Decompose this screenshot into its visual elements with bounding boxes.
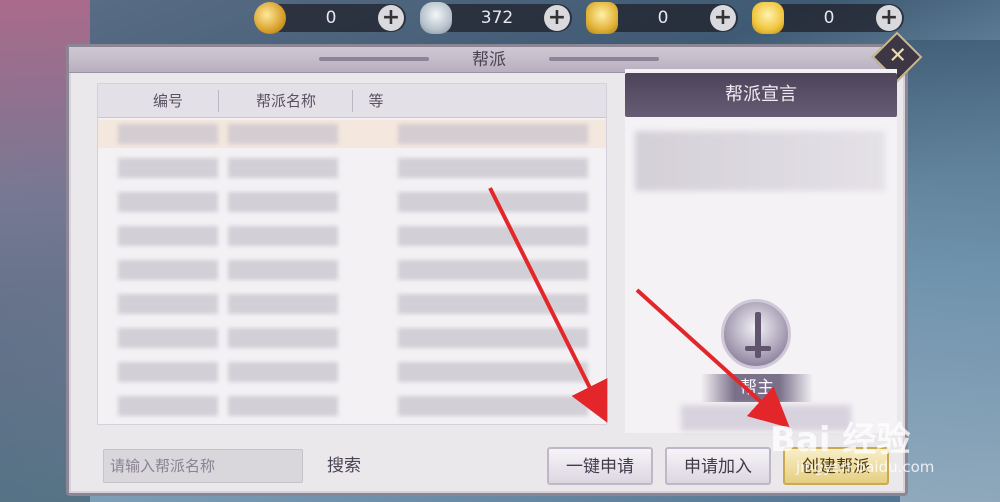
guild-leader-emblem-icon (721, 299, 791, 369)
currency-value: 0 (657, 8, 669, 28)
blurred-cell (118, 328, 218, 348)
blurred-cell (118, 396, 218, 416)
title-ornament (319, 57, 429, 61)
table-row[interactable] (98, 324, 606, 352)
silver-ingot-icon (420, 2, 452, 34)
locked-gold-ingot-icon (586, 2, 618, 34)
add-silver-button[interactable]: + (544, 5, 570, 31)
blurred-cell (398, 328, 588, 348)
blurred-cell (228, 362, 338, 382)
blurred-cell (118, 158, 218, 178)
currency-bar: 0 + 372 + 0 + 0 + (0, 0, 1000, 36)
table-row[interactable] (98, 188, 606, 216)
blurred-cell (398, 124, 588, 144)
blurred-cell (118, 260, 218, 280)
sword-icon (755, 312, 761, 358)
add-locked-gold-button[interactable]: + (710, 5, 736, 31)
table-row[interactable] (98, 120, 606, 148)
search-button[interactable]: 搜索 (319, 449, 369, 483)
guild-declaration-panel: 帮派宣言 帮主 (625, 69, 897, 433)
blurred-cell (398, 294, 588, 314)
blurred-cell (398, 362, 588, 382)
page-title: 帮派 (472, 50, 506, 70)
sword-guard (745, 346, 771, 351)
blurred-cell (228, 294, 338, 314)
gold-coin-icon (254, 2, 286, 34)
blurred-cell (398, 260, 588, 280)
blurred-cell (228, 260, 338, 280)
column-header-level: 等 (368, 92, 384, 110)
guild-list[interactable]: 编号 帮派名称 等 (97, 83, 607, 425)
background-right (900, 40, 1000, 502)
table-row[interactable] (98, 358, 606, 386)
blurred-cell (398, 396, 588, 416)
blurred-cell (118, 192, 218, 212)
blurred-cell (228, 124, 338, 144)
blurred-cell (118, 294, 218, 314)
blurred-cell (228, 158, 338, 178)
blurred-cell (228, 226, 338, 246)
declaration-title: 帮派宣言 (725, 84, 797, 105)
create-guild-button[interactable]: 创建帮派 (783, 447, 889, 485)
add-gold-coin-button[interactable]: + (378, 5, 404, 31)
blurred-cell (398, 192, 588, 212)
leader-label: 帮主 (701, 374, 813, 402)
blurred-cell (118, 124, 218, 144)
blurred-cell (118, 226, 218, 246)
column-divider (352, 90, 353, 112)
guild-name-field[interactable] (110, 450, 302, 482)
declaration-text-blurred (635, 131, 885, 191)
table-row[interactable] (98, 222, 606, 250)
title-ornament (549, 57, 659, 61)
close-icon: ✕ (888, 43, 907, 69)
blurred-cell (118, 362, 218, 382)
column-divider (218, 90, 219, 112)
add-gold-ingot-button[interactable]: + (876, 5, 902, 31)
currency-silver-ingot: 372 + (420, 2, 572, 34)
blurred-cell (228, 192, 338, 212)
currency-locked-gold: 0 + (586, 2, 738, 34)
currency-value: 0 (823, 8, 835, 28)
currency-value: 0 (325, 8, 337, 28)
declaration-header: 帮派宣言 (625, 73, 897, 117)
search-input[interactable] (103, 449, 303, 483)
guild-panel: 帮派 ✕ 编号 帮派名称 等 帮派宣言 帮主 请输入帮派名称 搜索 一键申请 申… (66, 31, 923, 496)
blurred-cell (398, 158, 588, 178)
currency-gold-ingot: 0 + (752, 2, 904, 34)
blurred-cell (228, 396, 338, 416)
currency-value: 372 (480, 8, 514, 28)
column-header-name: 帮派名称 (255, 92, 316, 110)
blurred-cell (228, 328, 338, 348)
apply-join-button[interactable]: 申请加入 (665, 447, 771, 485)
column-header-id: 编号 (152, 92, 183, 110)
currency-gold-coin: 0 + (254, 2, 406, 34)
blurred-cell (398, 226, 588, 246)
apply-all-button[interactable]: 一键申请 (547, 447, 653, 485)
table-row[interactable] (98, 154, 606, 182)
table-row[interactable] (98, 256, 606, 284)
table-row[interactable] (98, 290, 606, 318)
leader-name-blurred (681, 405, 851, 431)
list-header: 编号 帮派名称 等 (98, 84, 606, 118)
gold-ingot-icon (752, 2, 784, 34)
table-row[interactable] (98, 392, 606, 420)
